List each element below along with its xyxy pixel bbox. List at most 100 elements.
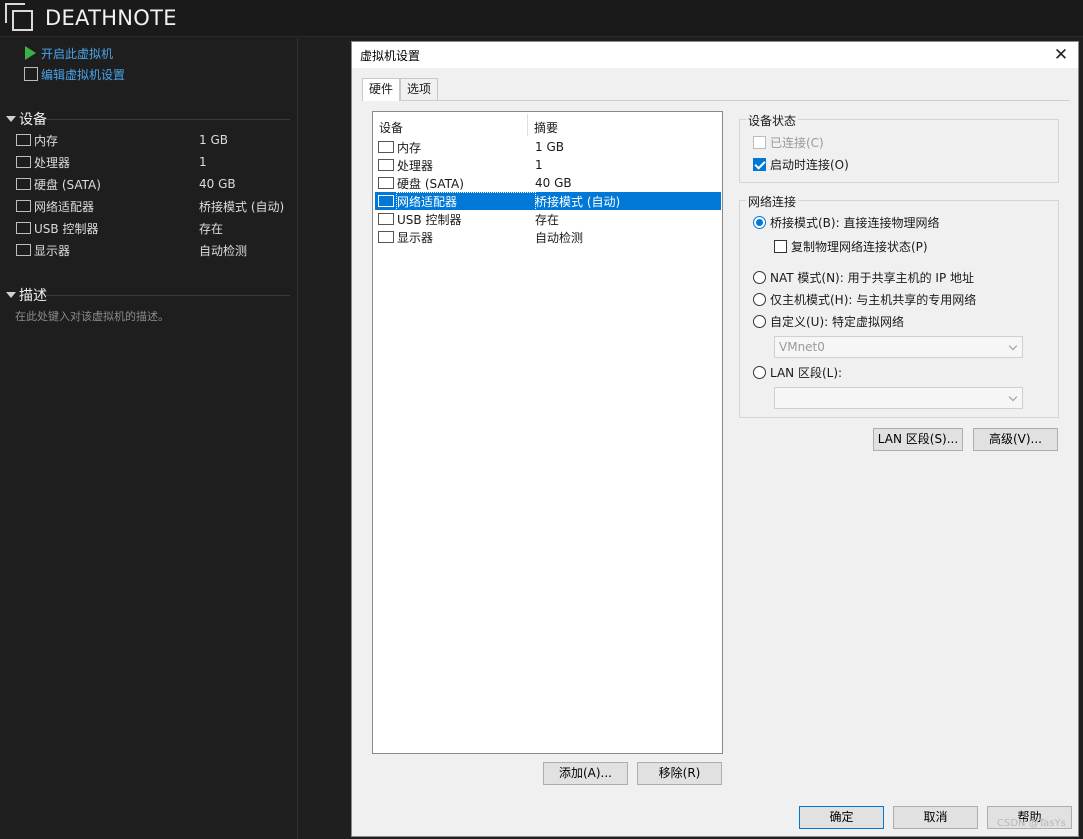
list-item-summary: 桥接模式 (自动)	[535, 194, 621, 209]
edit-settings-action[interactable]: 编辑虚拟机设置	[24, 65, 125, 83]
list-item-name: 硬盘 (SATA)	[397, 176, 464, 191]
tab-strip: 硬件 选项	[362, 78, 439, 101]
ok-button[interactable]: 确定	[799, 806, 884, 829]
list-item-name: 网络适配器	[396, 191, 536, 211]
network-icon	[16, 200, 31, 212]
column-header-summary[interactable]: 摘要	[534, 119, 558, 136]
list-item-name: USB 控制器	[397, 212, 462, 227]
lan-segment-select[interactable]	[774, 387, 1023, 409]
connect-at-power-on-label: 启动时连接(O)	[770, 157, 849, 172]
device-row-display[interactable]: 显示器 自动检测	[16, 240, 286, 260]
device-value: 桥接模式 (自动)	[199, 199, 285, 214]
chevron-down-icon	[1008, 341, 1018, 351]
replicate-state-label: 复制物理网络连接状态(P)	[791, 239, 928, 254]
list-item-selected[interactable]: 网络适配器 桥接模式 (自动)	[375, 191, 721, 211]
radio-dot	[753, 365, 766, 379]
device-list[interactable]: 设备 摘要 内存 1 GB 处理器 1 硬盘 (SATA) 40 GB 网络适配…	[372, 111, 723, 754]
vm-details-panel: 开启此虚拟机 编辑虚拟机设置 设备 内存 1 GB 处理器 1 硬盘 (SATA…	[0, 38, 298, 839]
device-name: 处理器	[34, 155, 71, 170]
device-status-label: 设备状态	[746, 112, 799, 129]
monitor-icon	[16, 244, 31, 256]
bridged-label: 桥接模式(B): 直接连接物理网络	[770, 215, 940, 230]
vm-title: DEATHNOTE	[45, 6, 177, 30]
app: DEATHNOTE 开启此虚拟机 编辑虚拟机设置 设备 内存 1 GB 处理器 …	[0, 0, 1083, 839]
radio-dot	[753, 270, 766, 284]
lan-segment-radio[interactable]: LAN 区段(L):	[753, 364, 842, 380]
nat-radio[interactable]: NAT 模式(N): 用于共享主机的 IP 地址	[753, 269, 974, 285]
column-header-device[interactable]: 设备	[379, 119, 403, 136]
radio-dot	[753, 215, 766, 229]
disk-icon	[378, 177, 394, 189]
tab-options[interactable]: 选项	[400, 78, 439, 100]
description-section-header[interactable]: 描述	[6, 285, 47, 305]
device-row-usb[interactable]: USB 控制器 存在	[16, 218, 286, 238]
checkbox-box	[774, 239, 787, 253]
network-connection-group: 网络连接 桥接模式(B): 直接连接物理网络 复制物理网络连接状态(P) NAT…	[739, 193, 1059, 418]
title-bar: DEATHNOTE	[0, 0, 1083, 37]
description-input[interactable]: 在此处键入对该虚拟机的描述。	[15, 308, 169, 324]
list-item[interactable]: 内存 1 GB	[375, 138, 721, 156]
device-row-network[interactable]: 网络适配器 桥接模式 (自动)	[16, 196, 286, 216]
list-item-name: 显示器	[397, 230, 434, 245]
devices-section-header[interactable]: 设备	[6, 109, 47, 129]
device-name: USB 控制器	[34, 221, 99, 236]
remove-button[interactable]: 移除(R)	[637, 762, 722, 785]
memory-icon	[16, 134, 31, 146]
list-item[interactable]: 硬盘 (SATA) 40 GB	[375, 174, 721, 192]
tab-divider	[362, 100, 1070, 101]
connect-at-power-on-checkbox[interactable]: 启动时连接(O)	[753, 156, 849, 172]
nat-label: NAT 模式(N): 用于共享主机的 IP 地址	[770, 270, 975, 285]
list-item-summary: 40 GB	[535, 176, 572, 190]
device-name: 硬盘 (SATA)	[34, 177, 101, 192]
device-name: 网络适配器	[34, 199, 95, 214]
dialog-title: 虚拟机设置	[360, 49, 421, 63]
custom-radio[interactable]: 自定义(U): 特定虚拟网络	[753, 313, 904, 329]
custom-network-select[interactable]: VMnet0	[774, 336, 1023, 358]
list-item[interactable]: 显示器 自动检测	[375, 228, 721, 246]
bridged-radio[interactable]: 桥接模式(B): 直接连接物理网络	[753, 214, 939, 230]
tab-hardware[interactable]: 硬件	[362, 78, 401, 101]
device-name: 显示器	[34, 243, 71, 258]
edit-settings-label: 编辑虚拟机设置	[41, 67, 126, 82]
radio-dot	[753, 314, 766, 328]
device-status-group: 设备状态 已连接(C) 启动时连接(O)	[739, 112, 1059, 183]
connected-label: 已连接(C)	[770, 135, 824, 150]
connected-checkbox[interactable]: 已连接(C)	[753, 134, 824, 150]
host-only-radio[interactable]: 仅主机模式(H): 与主机共享的专用网络	[753, 291, 976, 307]
description-divider	[46, 295, 290, 296]
custom-label: 自定义(U): 特定虚拟网络	[770, 314, 905, 329]
add-button[interactable]: 添加(A)...	[543, 762, 628, 785]
power-on-action[interactable]: 开启此虚拟机	[24, 44, 113, 62]
checkbox-box	[753, 135, 766, 149]
chevron-down-icon	[1008, 392, 1018, 402]
list-header: 设备 摘要	[373, 112, 722, 136]
usb-icon	[16, 222, 31, 234]
cancel-button[interactable]: 取消	[893, 806, 978, 829]
devices-heading: 设备	[19, 112, 47, 128]
play-icon	[24, 46, 38, 60]
edit-icon	[24, 67, 38, 81]
radio-dot	[753, 292, 766, 306]
host-only-label: 仅主机模式(H): 与主机共享的专用网络	[770, 292, 977, 307]
list-item[interactable]: 处理器 1	[375, 156, 721, 174]
lan-segments-button[interactable]: LAN 区段(S)...	[873, 428, 963, 451]
list-item-name: 内存	[397, 140, 422, 155]
usb-icon	[378, 213, 394, 225]
list-item[interactable]: USB 控制器 存在	[375, 210, 721, 228]
device-row-cpu[interactable]: 处理器 1	[16, 152, 286, 172]
collapse-icon	[6, 116, 16, 122]
list-item-summary: 自动检测	[535, 230, 584, 245]
device-name: 内存	[34, 133, 59, 148]
collapse-icon	[6, 292, 16, 298]
power-on-label: 开启此虚拟机	[41, 46, 114, 61]
replicate-state-checkbox[interactable]: 复制物理网络连接状态(P)	[774, 238, 928, 254]
close-icon[interactable]: ✕	[1050, 44, 1072, 66]
devices-divider	[46, 119, 290, 120]
device-row-disk[interactable]: 硬盘 (SATA) 40 GB	[16, 174, 286, 194]
advanced-button[interactable]: 高级(V)...	[973, 428, 1058, 451]
device-row-memory[interactable]: 内存 1 GB	[16, 130, 286, 150]
device-value: 自动检测	[199, 243, 248, 258]
memory-icon	[378, 141, 394, 153]
description-heading: 描述	[19, 288, 47, 304]
lan-segment-label: LAN 区段(L):	[770, 365, 843, 380]
